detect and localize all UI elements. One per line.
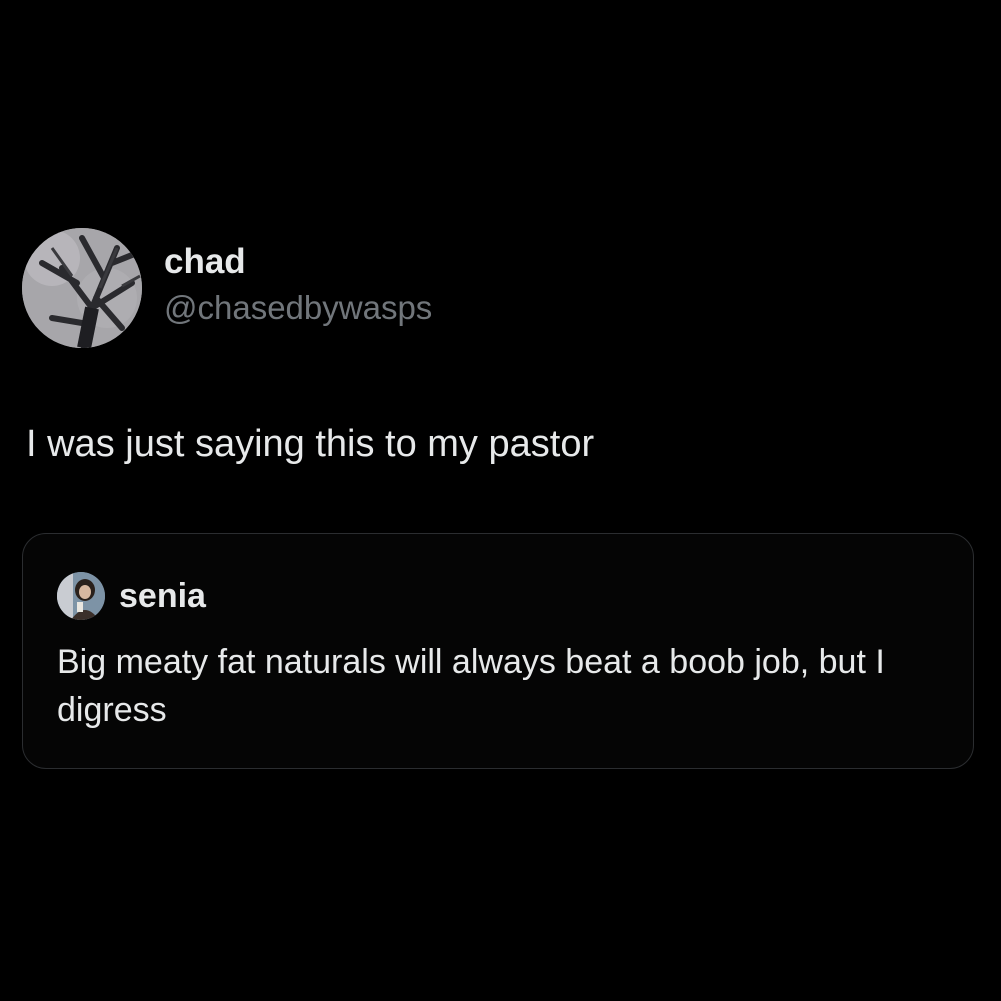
quoted-tweet-author: senia (57, 572, 206, 620)
tweet[interactable]: chad @chasedbywasps I was just saying th… (22, 228, 980, 468)
avatar[interactable] (22, 228, 142, 348)
person-avatar-icon (57, 572, 105, 620)
tweet-text: I was just saying this to my pastor (26, 423, 595, 465)
author-text: chad @chasedbywasps (164, 240, 432, 330)
user-handle[interactable]: @chasedbywasps (164, 286, 432, 330)
tree-avatar-icon (22, 228, 142, 348)
quoted-tweet-card[interactable]: senia Big meaty fat naturals will always… (22, 533, 974, 769)
quoted-tweet-text: Big meaty fat naturals will always beat … (57, 643, 885, 729)
display-name[interactable]: chad (164, 240, 432, 284)
tweet-author: chad @chasedbywasps (22, 228, 980, 348)
quoted-avatar[interactable] (57, 572, 105, 620)
quoted-display-name[interactable]: senia (119, 574, 206, 618)
